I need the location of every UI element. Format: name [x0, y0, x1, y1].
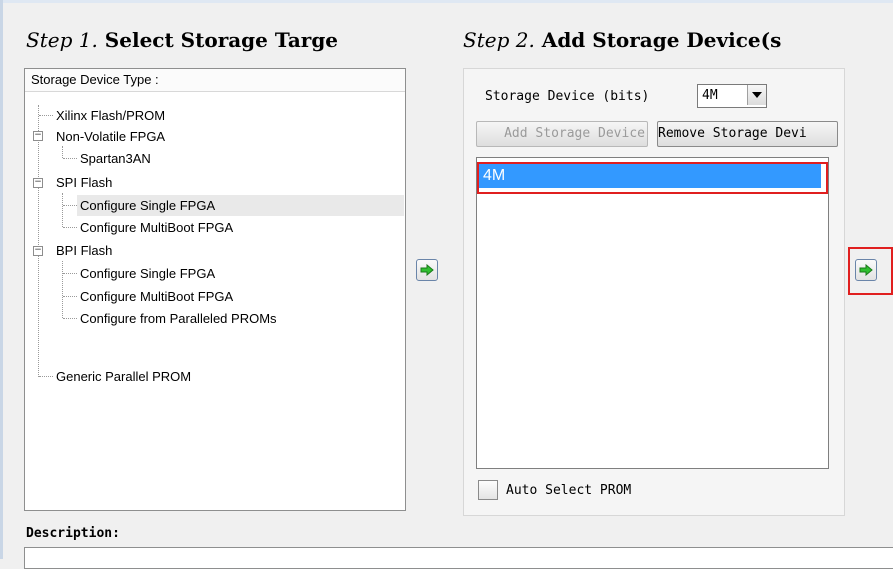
auto-select-prom-label: Auto Select PROM: [506, 483, 632, 498]
tree-item-label: Configure MultiBoot FPGA: [80, 289, 234, 304]
step1-title: Step 1. Select Storage Targe: [26, 28, 406, 52]
step1-text: Select Storage Targe: [104, 28, 339, 52]
add-storage-device-button[interactable]: Add Storage Device: [476, 121, 648, 147]
tree-line: [63, 227, 77, 228]
right-arrow-icon: [420, 264, 434, 276]
tree-line: [62, 193, 63, 227]
tree-item-label: Generic Parallel PROM: [56, 369, 192, 384]
add-target-arrow-button[interactable]: [416, 259, 438, 281]
tree-line: [63, 296, 77, 297]
tree-item-label: Xilinx Flash/PROM: [56, 108, 166, 123]
collapse-icon[interactable]: −: [33, 246, 43, 256]
tree-item-label: Spartan3AN: [80, 151, 151, 166]
remove-storage-device-button[interactable]: Remove Storage Devi: [657, 121, 838, 147]
chevron-down-icon[interactable]: [747, 85, 766, 105]
tree-line: [38, 105, 39, 377]
storage-size-label: Storage Device (bits): [485, 89, 650, 104]
tree-line: [63, 273, 77, 274]
window-top-edge: [0, 0, 893, 3]
tree-item-label: Configure Single FPGA: [80, 198, 216, 213]
next-arrow-button[interactable]: [855, 259, 877, 281]
right-arrow-icon: [859, 264, 873, 276]
tree-item-spi-configure-single-fpga[interactable]: Configure Single FPGA: [77, 195, 404, 216]
storage-device-type-tree[interactable]: Storage Device Type : − − − Xilinx Flash…: [24, 68, 406, 511]
collapse-icon[interactable]: −: [33, 131, 43, 141]
step1-prefix: Step 1.: [26, 28, 98, 52]
tree-line: [39, 376, 53, 377]
tree-item-label: Non-Volatile FPGA: [56, 129, 166, 144]
step2-prefix: Step 2.: [463, 28, 535, 52]
tree-item-label: SPI Flash: [56, 175, 113, 190]
tree-item-label: BPI Flash: [56, 243, 113, 258]
tree-line: [62, 261, 63, 318]
storage-device-list[interactable]: 4M: [476, 157, 829, 469]
tree-line: [63, 158, 77, 159]
tree-line: [39, 115, 53, 116]
tree-item-label: Configure from Paralleled PROMs: [80, 311, 277, 326]
description-box: [24, 547, 893, 569]
remove-storage-device-label: Remove Storage Devi: [658, 126, 807, 141]
tree-line: [63, 318, 77, 319]
step2-text: Add Storage Device(s: [541, 28, 782, 52]
tree-item-label: Configure Single FPGA: [80, 266, 216, 281]
storage-size-value: 4M: [702, 88, 718, 103]
step2-title: Step 2. Add Storage Device(s: [463, 28, 843, 52]
highlight-annotation: [477, 162, 828, 194]
tree-header: Storage Device Type :: [25, 69, 405, 92]
tree-line: [63, 205, 77, 206]
collapse-icon[interactable]: −: [33, 178, 43, 188]
storage-size-select[interactable]: 4M: [697, 84, 767, 108]
window-left-edge: [0, 0, 3, 559]
tree-line: [62, 146, 63, 158]
tree-item-label: Configure MultiBoot FPGA: [80, 220, 234, 235]
auto-select-prom-checkbox[interactable]: [478, 480, 498, 500]
description-label: Description:: [26, 526, 120, 541]
